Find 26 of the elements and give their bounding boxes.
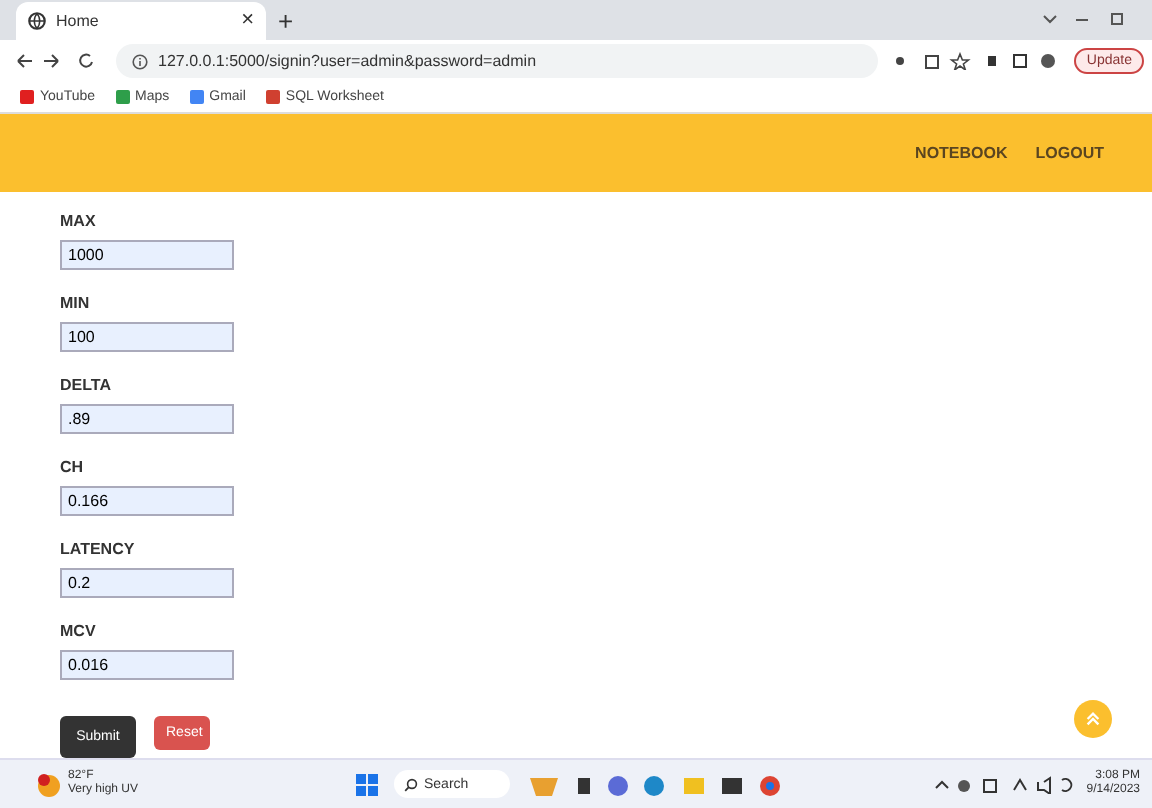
new-tab-button[interactable]: + (278, 8, 294, 35)
field-label: MIN (60, 294, 90, 313)
browser-tab[interactable]: Home × (16, 2, 266, 41)
chevron-up-icon (1084, 710, 1102, 729)
input-field[interactable]: 0.2 (60, 568, 234, 599)
input-field[interactable]: 0.166 (60, 486, 234, 517)
nav-link[interactable]: LOGOUT (1035, 144, 1104, 162)
input-field[interactable]: 1000 (60, 240, 234, 271)
tab-title: Home (56, 12, 101, 31)
weather-icon (36, 771, 62, 798)
input-field[interactable]: .89 (60, 404, 234, 435)
field-label: CH (60, 458, 84, 477)
search-icon (404, 777, 418, 792)
url-text: 127.0.0.1:5000/signin?user=admin&password=admin (158, 52, 537, 71)
field-label: MCV (60, 622, 96, 641)
input-field[interactable]: 0.016 (60, 650, 234, 681)
field-label: MAX (60, 212, 96, 231)
field-label: DELTA (60, 376, 111, 395)
start-icon[interactable] (356, 773, 378, 796)
input-field[interactable]: 100 (60, 322, 234, 353)
field-label: LATENCY (60, 540, 135, 559)
info-icon (132, 53, 148, 70)
address-field[interactable]: 127.0.0.1:5000/signin?user=admin&password=admin (116, 44, 879, 79)
nav-link[interactable]: NOTEBOOK (915, 144, 1008, 162)
close-tab-button[interactable]: × (241, 10, 254, 33)
globe-icon (28, 12, 46, 31)
